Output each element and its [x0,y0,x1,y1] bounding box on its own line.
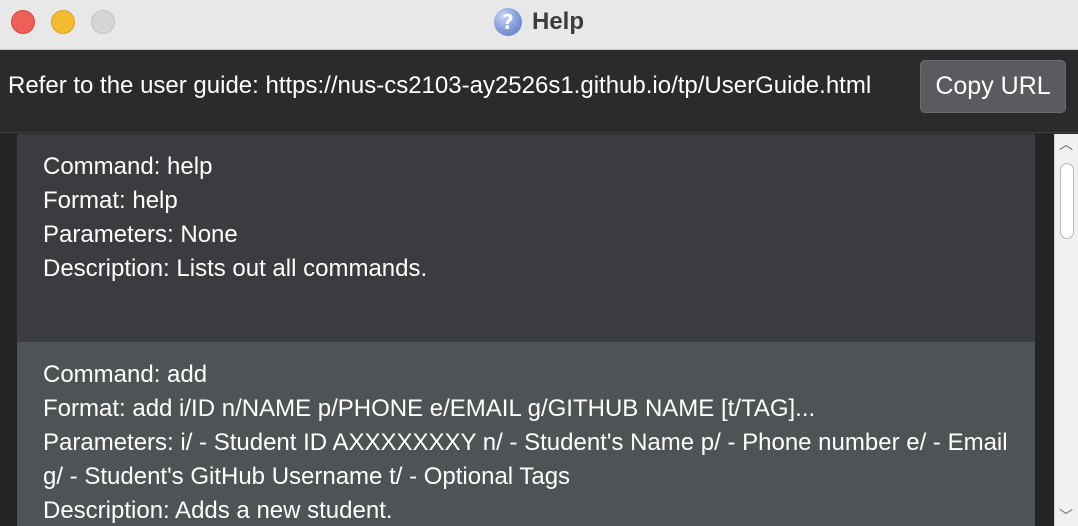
vertical-scrollbar[interactable]: ︿ ﹀ [1054,134,1078,526]
window-title: Help [531,8,584,35]
command-list[interactable]: Command: help Format: help Parameters: N… [0,134,1078,526]
help-question-icon: ? [493,8,522,36]
command-description: Description: Adds a new student. [43,497,393,524]
user-guide-text: Refer to the user guide: https://nus-cs2… [8,72,872,99]
title-bar: ? Help [0,0,1078,50]
command-name: Command: help [43,153,213,180]
copy-url-button[interactable]: Copy URL [920,60,1066,113]
user-guide-bar: Refer to the user guide: https://nus-cs2… [0,51,1078,133]
scroll-down-arrow-icon[interactable]: ﹀ [1059,506,1073,526]
scroll-up-arrow-icon[interactable]: ︿ [1059,134,1073,154]
command-list-viewport: Command: help Format: help Parameters: N… [17,134,1035,526]
command-card[interactable]: Command: add Format: add i/ID n/NAME p/P… [17,342,1035,526]
window-title-group: ? Help [0,0,1078,44]
command-parameters: Parameters: None [43,221,238,248]
command-format: Format: add i/ID n/NAME p/PHONE e/EMAIL … [43,395,816,422]
command-parameters: Parameters: i/ - Student ID AXXXXXXXY n/… [43,429,1008,456]
command-parameters-continued: g/ - Student's GitHub Username t/ - Opti… [43,463,571,490]
command-description: Description: Lists out all commands. [43,255,428,282]
command-card[interactable]: Command: help Format: help Parameters: N… [17,134,1035,342]
command-format: Format: help [43,187,178,214]
scrollbar-thumb[interactable] [1060,163,1074,239]
command-name: Command: add [43,361,208,388]
